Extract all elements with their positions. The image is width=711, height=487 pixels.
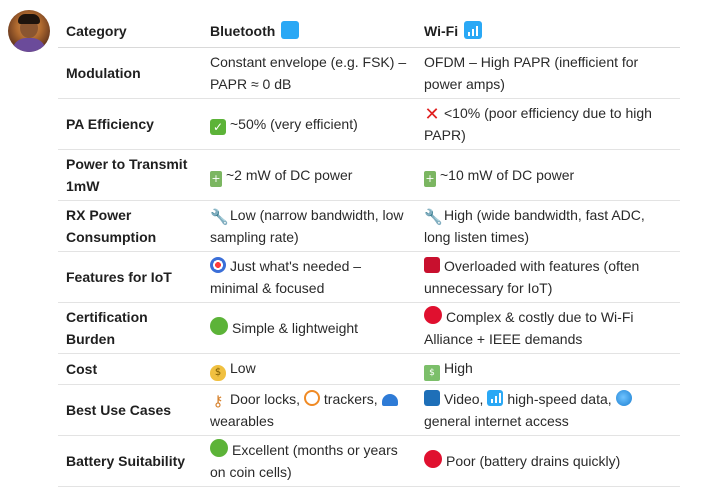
bluetooth-cell-text: Low xyxy=(230,360,256,376)
wifi-cell: Complex & costly due to Wi-Fi Alliance +… xyxy=(416,302,680,354)
bluetooth-cell-text: Just what's needed – minimal & focused xyxy=(210,258,362,296)
header-bluetooth-label: Bluetooth xyxy=(210,23,276,39)
wifi-cell-text: High (wide bandwidth, fast ADC, long lis… xyxy=(424,207,645,245)
cross-mark-icon: ✕ xyxy=(424,104,440,125)
row-category: Power to Transmit 1mW xyxy=(58,149,202,201)
wifi-cell: ✕ <10% (poor efficiency due to high PAPR) xyxy=(416,98,680,150)
key-icon: ⚷ xyxy=(212,392,224,410)
signal-bars-icon xyxy=(487,390,504,406)
table-row: Best Use Cases ⚷ Door locks, trackers, we… xyxy=(58,384,680,436)
red-circle-icon xyxy=(424,306,442,324)
bullseye-icon xyxy=(210,257,226,273)
row-category: RX Power Consumption xyxy=(58,200,202,252)
wifi-cell-text: Poor (battery drains quickly) xyxy=(446,453,621,469)
wifi-use-case-2: high-speed data, xyxy=(507,391,612,407)
table-row: PA Efficiency ✓ ~50% (very efficient) ✕ <1… xyxy=(58,98,680,150)
bluetooth-cell: Simple & lightweight xyxy=(202,302,416,354)
bluetooth-cell: 🔧Low (narrow bandwidth, low sampling rat… xyxy=(202,200,416,252)
blue-square-icon xyxy=(281,21,300,39)
header-category: Category xyxy=(58,16,202,48)
check-mark-icon: ✓ xyxy=(210,119,226,135)
bluetooth-cell-text: Low (narrow bandwidth, low sampling rate… xyxy=(210,207,404,245)
cap-icon xyxy=(381,394,398,406)
green-circle-icon xyxy=(210,317,228,335)
battery-icon: + xyxy=(210,170,222,187)
table-row: Modulation Constant envelope (e.g. FSK) … xyxy=(58,47,680,99)
table-row: Features for IoT Just what's needed – mi… xyxy=(58,251,680,303)
bluetooth-cell: Just what's needed – minimal & focused xyxy=(202,251,416,303)
wifi-cell: Video, high-speed data, general internet… xyxy=(416,384,680,436)
table-row: Certification Burden Simple & lightweigh… xyxy=(58,302,680,354)
comparison-table: Category Bluetooth Wi-Fi Modulation Cons… xyxy=(58,16,680,487)
table-row: Cost $ Low $ High xyxy=(58,353,680,385)
wifi-cell-text: <10% (poor efficiency due to high PAPR) xyxy=(424,105,652,143)
wifi-cell: + ~10 mW of DC power xyxy=(416,149,680,201)
bluetooth-cell: ⚷ Door locks, trackers, wearables xyxy=(202,384,416,436)
battery-icon: + xyxy=(424,170,436,187)
row-category: Battery Suitability xyxy=(58,435,202,487)
row-category: Modulation xyxy=(58,47,202,99)
wifi-cell: $ High xyxy=(416,353,680,385)
bluetooth-cell: Constant envelope (e.g. FSK) – PAPR ≈ 0 … xyxy=(202,47,416,99)
bluetooth-cell: ✓ ~50% (very efficient) xyxy=(202,98,416,150)
bluetooth-use-case-2: trackers, xyxy=(323,391,378,407)
globe-icon xyxy=(615,390,632,406)
table-row: Power to Transmit 1mW + ~2 mW of DC power… xyxy=(58,149,680,201)
table-row: RX Power Consumption 🔧Low (narrow bandwi… xyxy=(58,200,680,252)
bluetooth-cell-text: ~2 mW of DC power xyxy=(226,166,353,183)
user-avatar xyxy=(8,10,50,52)
bluetooth-cell: $ Low xyxy=(202,353,416,385)
compass-icon xyxy=(303,390,320,406)
bluetooth-cell-text: ~50% (very efficient) xyxy=(230,116,358,132)
wifi-cell-text: ~10 mW of DC power xyxy=(440,166,575,183)
wifi-cell-text: Complex & costly due to Wi-Fi Alliance +… xyxy=(424,309,634,347)
header-wifi-label: Wi-Fi xyxy=(424,23,459,39)
banknotes-icon: $ xyxy=(424,365,440,381)
red-circle-icon xyxy=(424,450,442,468)
tv-icon xyxy=(424,390,440,406)
wifi-cell: OFDM – High PAPR (inefficient for power … xyxy=(416,47,680,99)
row-category: PA Efficiency xyxy=(58,98,202,150)
bluetooth-use-case-3: wearables xyxy=(210,413,274,429)
header-wifi: Wi-Fi xyxy=(416,16,680,48)
row-category: Cost xyxy=(58,353,202,385)
green-circle-icon xyxy=(210,439,228,457)
header-bluetooth: Bluetooth xyxy=(202,16,416,48)
table-header-row: Category Bluetooth Wi-Fi xyxy=(58,16,680,48)
row-category: Certification Burden xyxy=(58,302,202,354)
wifi-use-case-1: Video, xyxy=(444,391,484,407)
gift-icon xyxy=(424,257,440,273)
bluetooth-cell-text: Simple & lightweight xyxy=(232,320,359,336)
table-row: Battery Suitability Excellent (months or… xyxy=(58,435,680,487)
bluetooth-cell: + ~2 mW of DC power xyxy=(202,149,416,201)
money-bag-icon: $ xyxy=(210,365,226,381)
avatar-hair xyxy=(18,14,40,24)
bluetooth-cell: Excellent (months or years on coin cells… xyxy=(202,435,416,487)
wifi-cell-text: Overloaded with features (often unnecess… xyxy=(424,258,640,296)
wifi-use-case-3: general internet access xyxy=(424,413,569,429)
wifi-cell: Poor (battery drains quickly) xyxy=(416,435,680,487)
bluetooth-use-case-1: Door locks, xyxy=(230,391,301,407)
bluetooth-cell-text: Excellent (months or years on coin cells… xyxy=(210,442,398,480)
wrench-icon: 🔧 xyxy=(210,208,229,226)
wifi-cell-text: High xyxy=(444,360,473,376)
row-category: Best Use Cases xyxy=(58,384,202,436)
wifi-cell: Overloaded with features (often unnecess… xyxy=(416,251,680,303)
header-category-label: Category xyxy=(66,23,127,39)
avatar-shirt xyxy=(12,38,46,52)
wrench-icon: 🔧 xyxy=(424,208,443,226)
signal-bars-icon xyxy=(463,21,482,39)
row-category: Features for IoT xyxy=(58,251,202,303)
wifi-cell: 🔧High (wide bandwidth, fast ADC, long li… xyxy=(416,200,680,252)
